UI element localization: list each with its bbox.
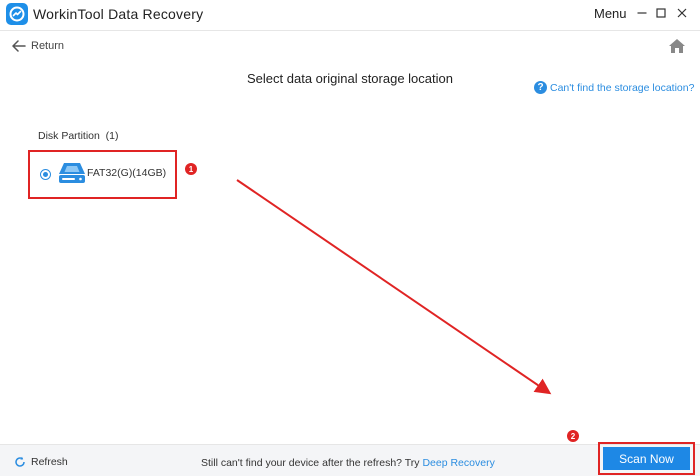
help-link-label: Can't find the storage location?: [550, 81, 695, 94]
partition-label: FAT32(G)(14GB): [87, 167, 167, 179]
scan-now-button[interactable]: Scan Now: [603, 447, 690, 470]
menu-button[interactable]: Menu: [594, 6, 627, 21]
refresh-icon: [15, 456, 25, 467]
app-title: WorkinTool Data Recovery: [33, 6, 204, 22]
storage-help-link[interactable]: ? Can't find the storage location?: [534, 81, 694, 94]
title-divider: [0, 30, 700, 31]
arrow-left-icon: [12, 40, 26, 52]
footer-bar: Refresh Still can't find your device aft…: [0, 444, 700, 476]
footer-message: Still can't find your device after the r…: [201, 457, 495, 469]
partition-item[interactable]: FAT32(G)(14GB): [28, 150, 177, 199]
deep-recovery-link[interactable]: Deep Recovery: [422, 457, 494, 469]
footer-message-text: Still can't find your device after the r…: [201, 457, 423, 469]
maximize-icon[interactable]: [653, 5, 669, 21]
minimize-icon[interactable]: [634, 5, 650, 21]
title-bar: WorkinTool Data Recovery Menu: [0, 0, 700, 28]
return-button[interactable]: Return: [12, 40, 64, 52]
return-label: Return: [31, 40, 65, 52]
workintool-logo-icon: [6, 3, 28, 25]
home-icon[interactable]: [668, 38, 686, 54]
step-1-badge: 1: [185, 163, 197, 175]
scan-highlight-frame: Scan Now: [598, 442, 695, 475]
disk-partition-heading: Disk Partition (1): [38, 130, 119, 142]
disk-drive-icon: [57, 161, 87, 185]
refresh-label: Refresh: [31, 456, 68, 468]
question-icon: ?: [534, 81, 547, 94]
partition-radio[interactable]: [40, 169, 51, 180]
step-2-badge: 2: [567, 430, 579, 442]
close-icon[interactable]: [674, 5, 690, 21]
refresh-button[interactable]: Refresh: [14, 456, 68, 468]
